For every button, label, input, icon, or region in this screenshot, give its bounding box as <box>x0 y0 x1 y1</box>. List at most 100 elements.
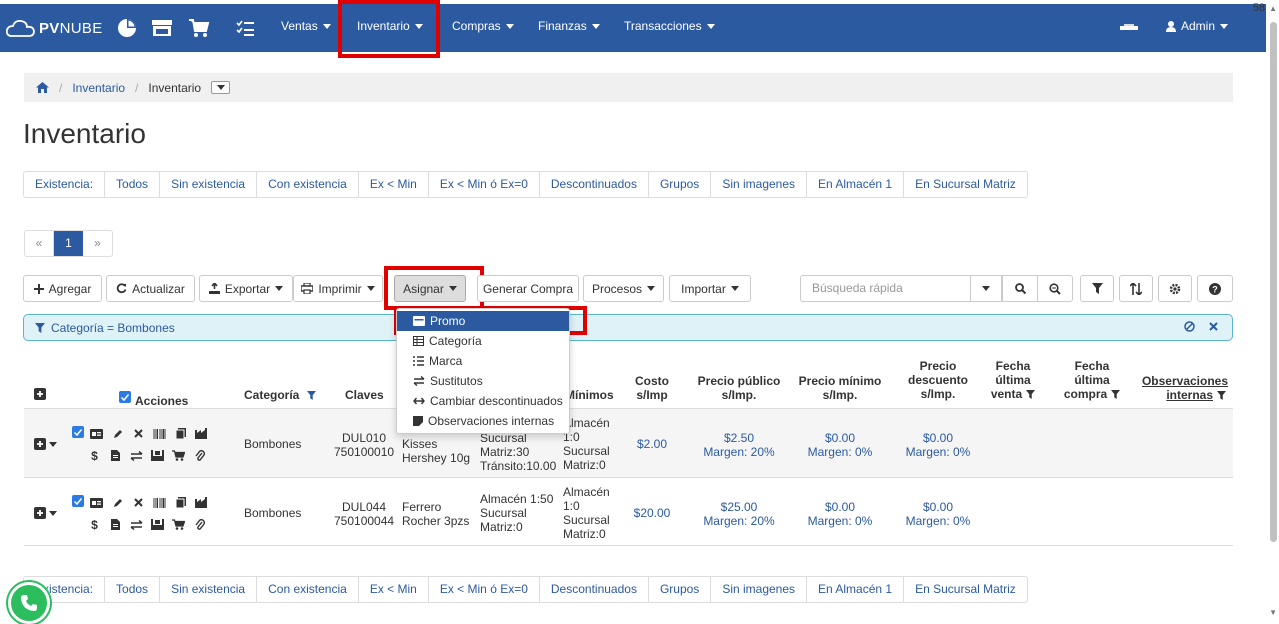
document-icon[interactable] <box>109 518 122 531</box>
dollar-icon[interactable]: $ <box>88 449 101 462</box>
filter-sin-existencia[interactable]: Sin existencia <box>160 172 258 197</box>
expand-all-button[interactable] <box>34 388 46 403</box>
filter-todos[interactable]: Todos <box>105 172 161 197</box>
settings-button[interactable] <box>1158 275 1192 302</box>
factory-icon[interactable] <box>195 427 208 440</box>
delete-icon[interactable] <box>132 427 145 440</box>
cart-icon[interactable] <box>172 449 185 462</box>
filter-sin-existencia[interactable]: Sin existencia <box>160 577 258 602</box>
menu-item-marca[interactable]: Marca <box>397 351 569 371</box>
search-button[interactable] <box>1002 275 1038 302</box>
menu-transacciones[interactable]: Transacciones <box>624 19 715 33</box>
copy-icon[interactable] <box>174 427 187 440</box>
filter-grupos[interactable]: Grupos <box>649 577 712 602</box>
advanced-search-button[interactable] <box>1037 275 1073 302</box>
sort-button[interactable] <box>1119 275 1153 302</box>
filter-sin-imagenes[interactable]: Sin imagenes <box>711 172 808 197</box>
row-expand-button[interactable] <box>34 438 57 450</box>
funnel-icon[interactable] <box>1111 390 1121 400</box>
vertical-scrollbar[interactable] <box>1270 22 1277 542</box>
filter-almacen-1[interactable]: En Almacén 1 <box>807 172 905 197</box>
id-card-icon[interactable] <box>90 427 103 440</box>
importar-button[interactable]: Importar <box>669 275 751 302</box>
agregar-button[interactable]: Agregar <box>23 275 102 302</box>
header-categoria[interactable]: Categoría <box>244 388 316 402</box>
filter-ex-min[interactable]: Ex < Min <box>359 172 429 197</box>
copy-icon[interactable] <box>174 496 187 509</box>
exchange-icon[interactable] <box>130 518 143 531</box>
quick-search-input[interactable]: Búsqueda rápida <box>800 275 971 302</box>
menu-item-sustitutos[interactable]: Sustitutos <box>397 371 569 391</box>
search-options-dropdown[interactable] <box>970 275 1002 302</box>
funnel-icon[interactable] <box>1217 391 1226 401</box>
cart-icon[interactable] <box>172 518 185 531</box>
scroll-down-arrow[interactable]: ▼ <box>1269 608 1277 617</box>
factory-icon[interactable] <box>195 496 208 509</box>
menu-ventas[interactable]: Ventas <box>281 19 331 33</box>
barcode-icon[interactable] <box>153 427 166 440</box>
select-all-checkbox[interactable] <box>119 391 131 403</box>
header-costo[interactable]: Costo s/Imp <box>626 374 678 402</box>
pvnube-logo[interactable]: PVNUBE <box>6 18 103 38</box>
header-precio-publico[interactable]: Precio público s/Imp. <box>694 374 784 402</box>
header-precio-minimo[interactable]: Precio mínimo s/Imp. <box>795 374 885 402</box>
paperclip-icon[interactable] <box>193 449 206 462</box>
actualizar-button[interactable]: Actualizar <box>106 275 195 302</box>
paperclip-icon[interactable] <box>193 518 206 531</box>
generar-compra-button[interactable]: Generar Compra <box>477 275 579 302</box>
checklist-icon[interactable] <box>234 18 256 38</box>
menu-finanzas[interactable]: Finanzas <box>538 19 600 33</box>
pencil-icon[interactable] <box>111 427 124 440</box>
breadcrumb-inventario[interactable]: Inventario <box>72 81 125 95</box>
filter-ex-min-o-cero[interactable]: Ex < Min ó Ex=0 <box>429 577 540 602</box>
disable-filter-icon[interactable] <box>1184 321 1195 332</box>
menu-item-observaciones-internas[interactable]: Observaciones internas <box>397 411 569 431</box>
header-fecha-ultima-venta[interactable]: Fecha última venta <box>988 359 1038 401</box>
barcode-icon[interactable] <box>153 496 166 509</box>
menu-item-promo[interactable]: Promo <box>397 311 569 331</box>
menu-item-categoria[interactable]: Categoría <box>397 331 569 351</box>
notification-icon[interactable] <box>1118 18 1140 38</box>
filter-grupos[interactable]: Grupos <box>649 172 712 197</box>
menu-item-cambiar-descontinuados[interactable]: Cambiar descontinuados <box>397 391 569 411</box>
menu-compras[interactable]: Compras <box>452 19 514 33</box>
warehouse-icon[interactable] <box>151 449 164 462</box>
cart-icon[interactable] <box>188 18 210 38</box>
pager-prev[interactable]: « <box>25 231 54 256</box>
breadcrumb-dropdown[interactable] <box>211 81 231 94</box>
funnel-icon[interactable] <box>1026 390 1036 400</box>
filter-ex-min[interactable]: Ex < Min <box>359 577 429 602</box>
filter-descontinuados[interactable]: Descontinuados <box>540 172 649 197</box>
store-icon[interactable] <box>151 18 173 38</box>
header-claves[interactable]: Claves <box>345 388 384 402</box>
user-menu[interactable]: Admin <box>1166 19 1229 33</box>
filter-sucursal-matriz[interactable]: En Sucursal Matriz <box>904 577 1027 602</box>
procesos-button[interactable]: Procesos <box>583 275 664 302</box>
id-card-icon[interactable] <box>90 496 103 509</box>
document-icon[interactable] <box>109 449 122 462</box>
imprimir-button[interactable]: Imprimir <box>293 275 383 302</box>
exportar-button[interactable]: Exportar <box>199 275 293 302</box>
filter-button[interactable] <box>1080 275 1114 302</box>
filter-almacen-1[interactable]: En Almacén 1 <box>807 577 905 602</box>
warehouse-icon[interactable] <box>151 518 164 531</box>
row-expand-button[interactable] <box>34 507 57 519</box>
funnel-icon[interactable] <box>306 391 316 401</box>
whatsapp-button[interactable] <box>8 582 50 624</box>
filter-sucursal-matriz[interactable]: En Sucursal Matriz <box>904 172 1027 197</box>
filter-descontinuados[interactable]: Descontinuados <box>540 577 649 602</box>
header-precio-descuento[interactable]: Precio descuento s/Imp. <box>898 359 978 401</box>
row-checkbox[interactable] <box>72 495 84 507</box>
dollar-icon[interactable]: $ <box>88 518 101 531</box>
pie-chart-icon[interactable] <box>116 18 138 38</box>
pager-next[interactable]: » <box>83 231 112 256</box>
pencil-icon[interactable] <box>111 496 124 509</box>
header-observaciones-internas[interactable]: Observaciones internas <box>1140 374 1230 402</box>
filter-ex-min-o-cero[interactable]: Ex < Min ó Ex=0 <box>429 172 540 197</box>
close-icon[interactable] <box>1209 322 1218 331</box>
scroll-up-arrow[interactable]: ▲ <box>1269 4 1277 13</box>
delete-icon[interactable] <box>132 496 145 509</box>
pager-page-1[interactable]: 1 <box>54 231 83 256</box>
filter-sin-imagenes[interactable]: Sin imagenes <box>711 577 808 602</box>
filter-con-existencia[interactable]: Con existencia <box>257 577 359 602</box>
